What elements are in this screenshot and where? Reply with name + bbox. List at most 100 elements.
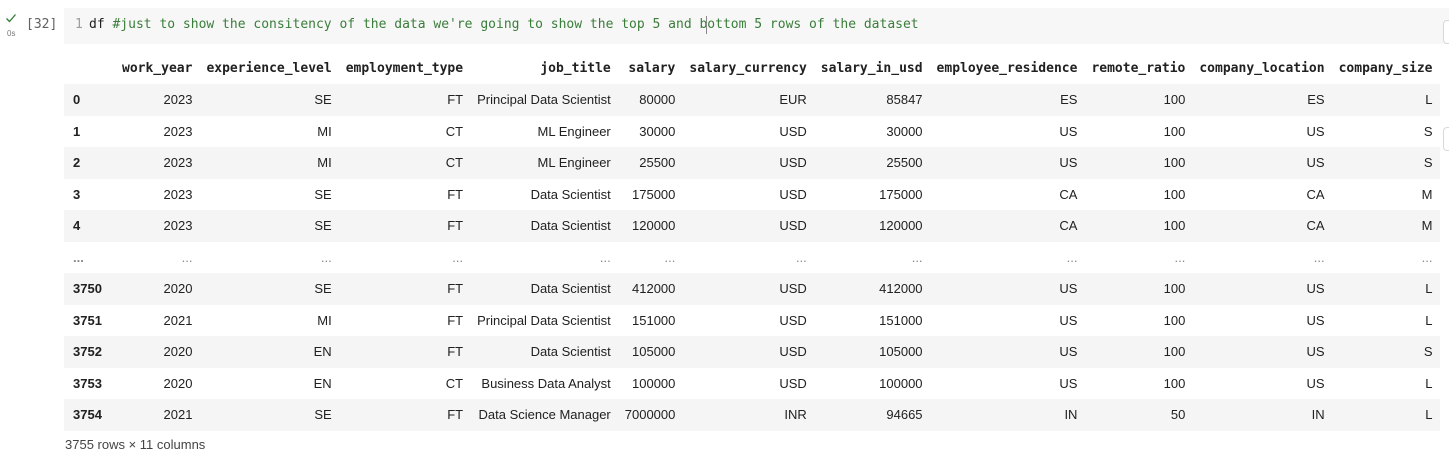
table-cell: 100000 — [632, 375, 676, 391]
check-icon — [6, 14, 16, 23]
table-cell: 151000 — [632, 312, 676, 328]
table-cell: 2023 — [163, 186, 193, 202]
line-number: 1 — [75, 17, 83, 32]
table-cell: US — [1059, 155, 1078, 171]
table-cell: 85847 — [886, 92, 923, 108]
table-cell: ... — [181, 249, 193, 265]
table-cell: ML Engineer — [537, 155, 611, 171]
table-cell: CA — [1059, 218, 1078, 234]
table-cell: ... — [664, 249, 676, 265]
column-header: employment_type — [345, 61, 464, 76]
table-cell: 94665 — [886, 407, 923, 423]
table-cell: 120000 — [879, 218, 923, 234]
table-cell: INR — [784, 407, 807, 423]
table-cell: Principal Data Scientist — [477, 312, 611, 328]
table-cell: USD — [779, 186, 807, 202]
table-cell: 100 — [1163, 344, 1186, 360]
table-cell: 2023 — [163, 218, 193, 234]
table-cell: L — [1425, 281, 1433, 297]
row-index: 3750 — [73, 281, 102, 297]
header-row: work_year experience_level employment_ty… — [64, 53, 1440, 84]
row-index: 0 — [73, 92, 81, 108]
table-cell: USD — [779, 155, 807, 171]
table-cell: ... — [599, 249, 611, 265]
table-cell: ... — [1313, 249, 1325, 265]
row-index: 3751 — [73, 312, 102, 328]
table-cell: 105000 — [879, 344, 923, 360]
table-cell: IN — [1064, 407, 1078, 423]
table-cell: 100 — [1163, 281, 1186, 297]
table-cell: Principal Data Scientist — [477, 92, 611, 108]
table-cell: FT — [447, 281, 464, 297]
table-cell: 120000 — [632, 218, 676, 234]
code-editor[interactable]: 1 df #just to show the consitency of the… — [64, 8, 1449, 44]
table-cell: US — [1306, 312, 1325, 328]
notebook-cell: 0s [32] 1 df #just to show the consitenc… — [0, 0, 1449, 468]
table-row: 2 2023 MI CT ML Engineer 25500 USD 25500 US 100 US… — [64, 147, 1440, 179]
index-header — [64, 53, 115, 84]
table-row: 3753 2020 EN CT Business Data Analyst 100000 U… — [64, 367, 1440, 399]
table-cell: US — [1059, 375, 1078, 391]
ellipsis-row: .................................... — [64, 241, 1440, 273]
table-cell: 2023 — [163, 155, 193, 171]
table-cell: 100 — [1163, 155, 1186, 171]
table-cell: US — [1306, 123, 1325, 139]
table-cell: M — [1421, 186, 1433, 202]
table-cell: 412000 — [879, 281, 923, 297]
cell-toolbar-handle[interactable] — [1443, 20, 1449, 44]
table-cell: 30000 — [886, 123, 923, 139]
table-cell: FT — [447, 92, 464, 108]
cell-output: work_year experience_level employment_ty… — [64, 53, 1444, 452]
table-cell: SE — [314, 281, 332, 297]
table-row: 3750 2020 SE FT Data Scientist 412000 USD 41200… — [64, 273, 1440, 305]
table-cell: L — [1425, 92, 1433, 108]
table-cell: 100 — [1163, 218, 1186, 234]
table-row: 3754 2021 SE FT Data Science Manager 7000000 I… — [64, 399, 1440, 431]
column-header: salary_in_usd — [820, 61, 923, 76]
table-cell: 412000 — [632, 281, 676, 297]
table-cell: L — [1425, 375, 1433, 391]
table-cell: 2021 — [163, 312, 193, 328]
table-cell: S — [1423, 123, 1433, 139]
table-cell: US — [1059, 312, 1078, 328]
table-row: 3752 2020 EN FT Data Scientist 105000 USD 10500… — [64, 336, 1440, 368]
cell-gutter: 0s [32] — [0, 10, 64, 50]
table-cell: ES — [1060, 92, 1078, 108]
table-cell: MI — [317, 312, 332, 328]
row-index: ... — [73, 249, 84, 265]
table-cell: CA — [1059, 186, 1078, 202]
code-variable: df — [89, 17, 105, 32]
table-cell: 50 — [1170, 407, 1186, 423]
row-index: 3752 — [73, 344, 102, 360]
column-header: job_title — [540, 61, 611, 76]
table-cell: US — [1059, 281, 1078, 297]
dataframe-shape: 3755 rows × 11 columns — [65, 436, 206, 452]
table-cell: CT — [445, 123, 464, 139]
table-cell: ... — [452, 249, 464, 265]
column-header: salary — [628, 61, 676, 76]
table-cell: US — [1306, 344, 1325, 360]
table-cell: 2020 — [163, 344, 193, 360]
table-cell: 25500 — [886, 155, 923, 171]
table-cell: ... — [795, 249, 807, 265]
table-cell: IN — [1311, 407, 1325, 423]
table-cell: 100 — [1163, 186, 1186, 202]
table-cell: CA — [1306, 218, 1325, 234]
table-cell: ... — [1174, 249, 1186, 265]
table-cell: 2023 — [163, 123, 193, 139]
table-row: 3 2023 SE FT Data Scientist 175000 USD 175000 CA… — [64, 178, 1440, 210]
column-header: work_year — [122, 61, 193, 76]
table-cell: S — [1423, 155, 1433, 171]
row-index: 3753 — [73, 375, 102, 391]
table-cell: FT — [447, 344, 464, 360]
table-cell: MI — [317, 123, 332, 139]
dataframe-table: work_year experience_level employment_ty… — [64, 53, 1440, 431]
table-cell: 100 — [1163, 312, 1186, 328]
run-status[interactable]: 0s — [5, 12, 19, 40]
table-cell: 2020 — [163, 375, 193, 391]
table-cell: US — [1306, 375, 1325, 391]
column-header: experience_level — [206, 61, 332, 76]
table-cell: SE — [314, 92, 332, 108]
table-cell: L — [1425, 312, 1433, 328]
table-cell: FT — [447, 312, 464, 328]
